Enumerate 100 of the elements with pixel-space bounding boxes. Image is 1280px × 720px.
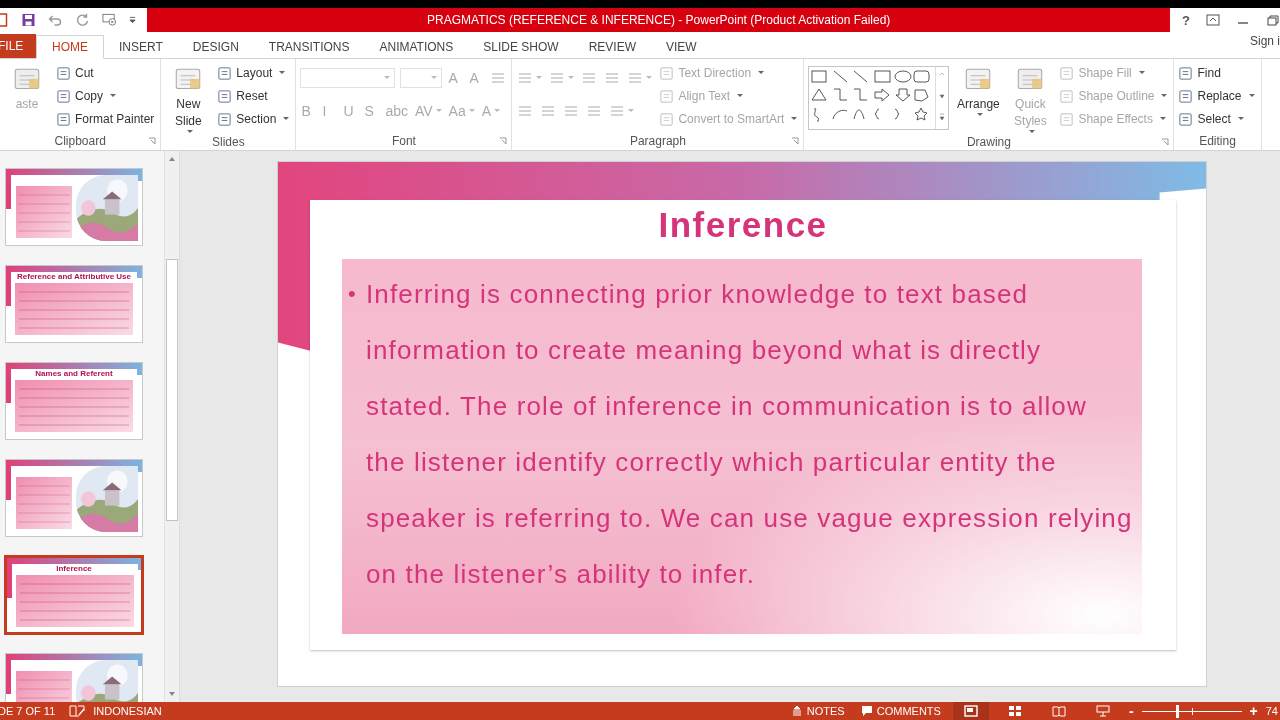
bullet: • [348,280,357,308]
command-icon [1059,88,1075,104]
ribbon-tab[interactable]: TRANSITIONS [253,36,365,58]
group-label: Editing [1199,134,1236,148]
lines-icon [490,71,507,85]
ribbon-button[interactable]: Reset [217,85,292,107]
ribbon-tab[interactable]: INSERT [104,36,178,58]
text-placeholder-drawing [16,186,72,238]
ribbon-button[interactable]: Format Painter [56,108,157,130]
ribbon-display-icon[interactable] [1206,14,1220,26]
ribbon-button[interactable]: Select [1178,108,1257,130]
slide-thumbnail[interactable] [5,168,143,246]
caret-icon [1138,71,1145,75]
ribbon-button[interactable]: New Slide [165,62,212,134]
command-icon [56,111,71,127]
caret-icon [791,117,798,121]
comment-icon [860,705,873,717]
spelling-icon[interactable] [69,704,86,718]
command-icon [1059,65,1075,81]
lines-icon [517,104,534,118]
zoom-in-button[interactable]: + [1249,703,1258,719]
notes-button[interactable]: NOTES [786,705,849,717]
dialog-launcher-icon[interactable] [791,137,800,145]
command-icon [217,65,233,81]
dialog-launcher-icon[interactable] [148,137,157,145]
caret-icon [494,109,501,113]
caret-icon [283,117,290,121]
caret-icon [758,71,765,75]
ribbon-tab[interactable]: VIEW [650,36,712,58]
ribbon-tab[interactable]: ANIMATIONS [364,36,469,58]
text-placeholder-drawing [16,477,72,529]
thumbnail-title: Inference [55,564,93,574]
ribbon-tab[interactable]: HOME [36,35,104,59]
command-icon [659,111,675,127]
slide-thumbnail[interactable]: Names and Referent [5,362,143,440]
ribbon-tab[interactable]: SLIDE SHOW [468,36,574,58]
restore-icon[interactable] [1266,14,1280,26]
ribbon-button[interactable]: Layout [217,62,292,84]
group-label: Drawing [966,135,1011,149]
caret-icon [737,94,744,98]
lines-icon [581,71,598,85]
slide-thumbnail[interactable]: Reference and Attributive Use [5,265,143,343]
caret-icon [646,76,653,80]
lines-icon [517,71,534,85]
dialog-launcher-icon[interactable] [1161,138,1170,146]
ribbon-button[interactable]: Section [217,108,292,130]
view-button[interactable] [952,702,989,720]
sign-in-link[interactable]: Sign i [1249,34,1280,48]
caret-icon [186,130,193,134]
view-icon [1007,705,1022,717]
notes-icon [790,705,803,717]
language-label[interactable]: INDONESIAN [93,705,162,717]
caret-icon [431,76,438,80]
lines-icon [627,71,644,85]
command-icon [659,65,675,81]
save-icon[interactable] [21,13,36,27]
shapes-gallery[interactable] [808,66,950,130]
caret-icon [976,113,983,117]
ribbon-button[interactable]: Copy [56,85,157,107]
caret-icon [536,76,543,80]
caret-icon [1237,117,1244,121]
command-icon [1178,111,1194,127]
lines-icon [604,71,621,85]
zoom-out-button[interactable]: - [1128,703,1134,719]
command-icon [56,88,71,104]
lines-icon [609,104,626,118]
ribbon-button[interactable]: Replace [1178,85,1257,107]
comments-button[interactable]: COMMENTS [856,705,945,717]
ribbon-button[interactable]: Arrange [955,62,1002,117]
slide-thumbnail[interactable]: Inference [5,556,143,634]
help-button[interactable]: ? [1182,12,1190,28]
group-label: Paragraph [629,134,686,148]
command-icon [217,88,233,104]
caret-icon [1159,117,1166,121]
lines-icon [540,104,557,118]
dialog-launcher-icon[interactable] [499,137,508,145]
undo-icon[interactable] [48,13,63,27]
scrollbar[interactable] [164,151,179,702]
slide-body-text: Inferring is connecting prior knowledge to text based information to create meaning beyond what is directly stated. The role of inference in communication is to allow the listener identify correctly which particular entity the speaker is referring to. We can use vague expression relying on the listener’s ability to infer. [366,278,1134,591]
command-icon [1059,111,1075,127]
caret-icon [384,76,391,80]
group-label: Slides [212,135,245,149]
command-icon [1178,65,1194,81]
view-icon [1051,705,1066,717]
lines-icon [563,104,580,118]
caret-icon [1028,130,1035,134]
zoom-level[interactable]: 74 [1265,705,1278,717]
thumbnail-title: Reference and Attributive Use [16,272,132,282]
command-icon [217,111,233,127]
group-label: Font [391,134,416,148]
slide-thumbnail[interactable] [5,459,143,537]
ribbon-button[interactable]: Cut [56,62,157,84]
ribbon-button[interactable]: Find [1178,62,1257,84]
view-icon [963,705,978,717]
caret-icon [468,109,475,113]
ribbon-tab[interactable]: DESIGN [177,36,254,58]
command-icon [1178,88,1194,104]
slideshow-icon[interactable] [102,13,117,27]
redo-icon[interactable] [75,13,90,27]
ribbon-tab[interactable]: REVIEW [573,36,651,58]
